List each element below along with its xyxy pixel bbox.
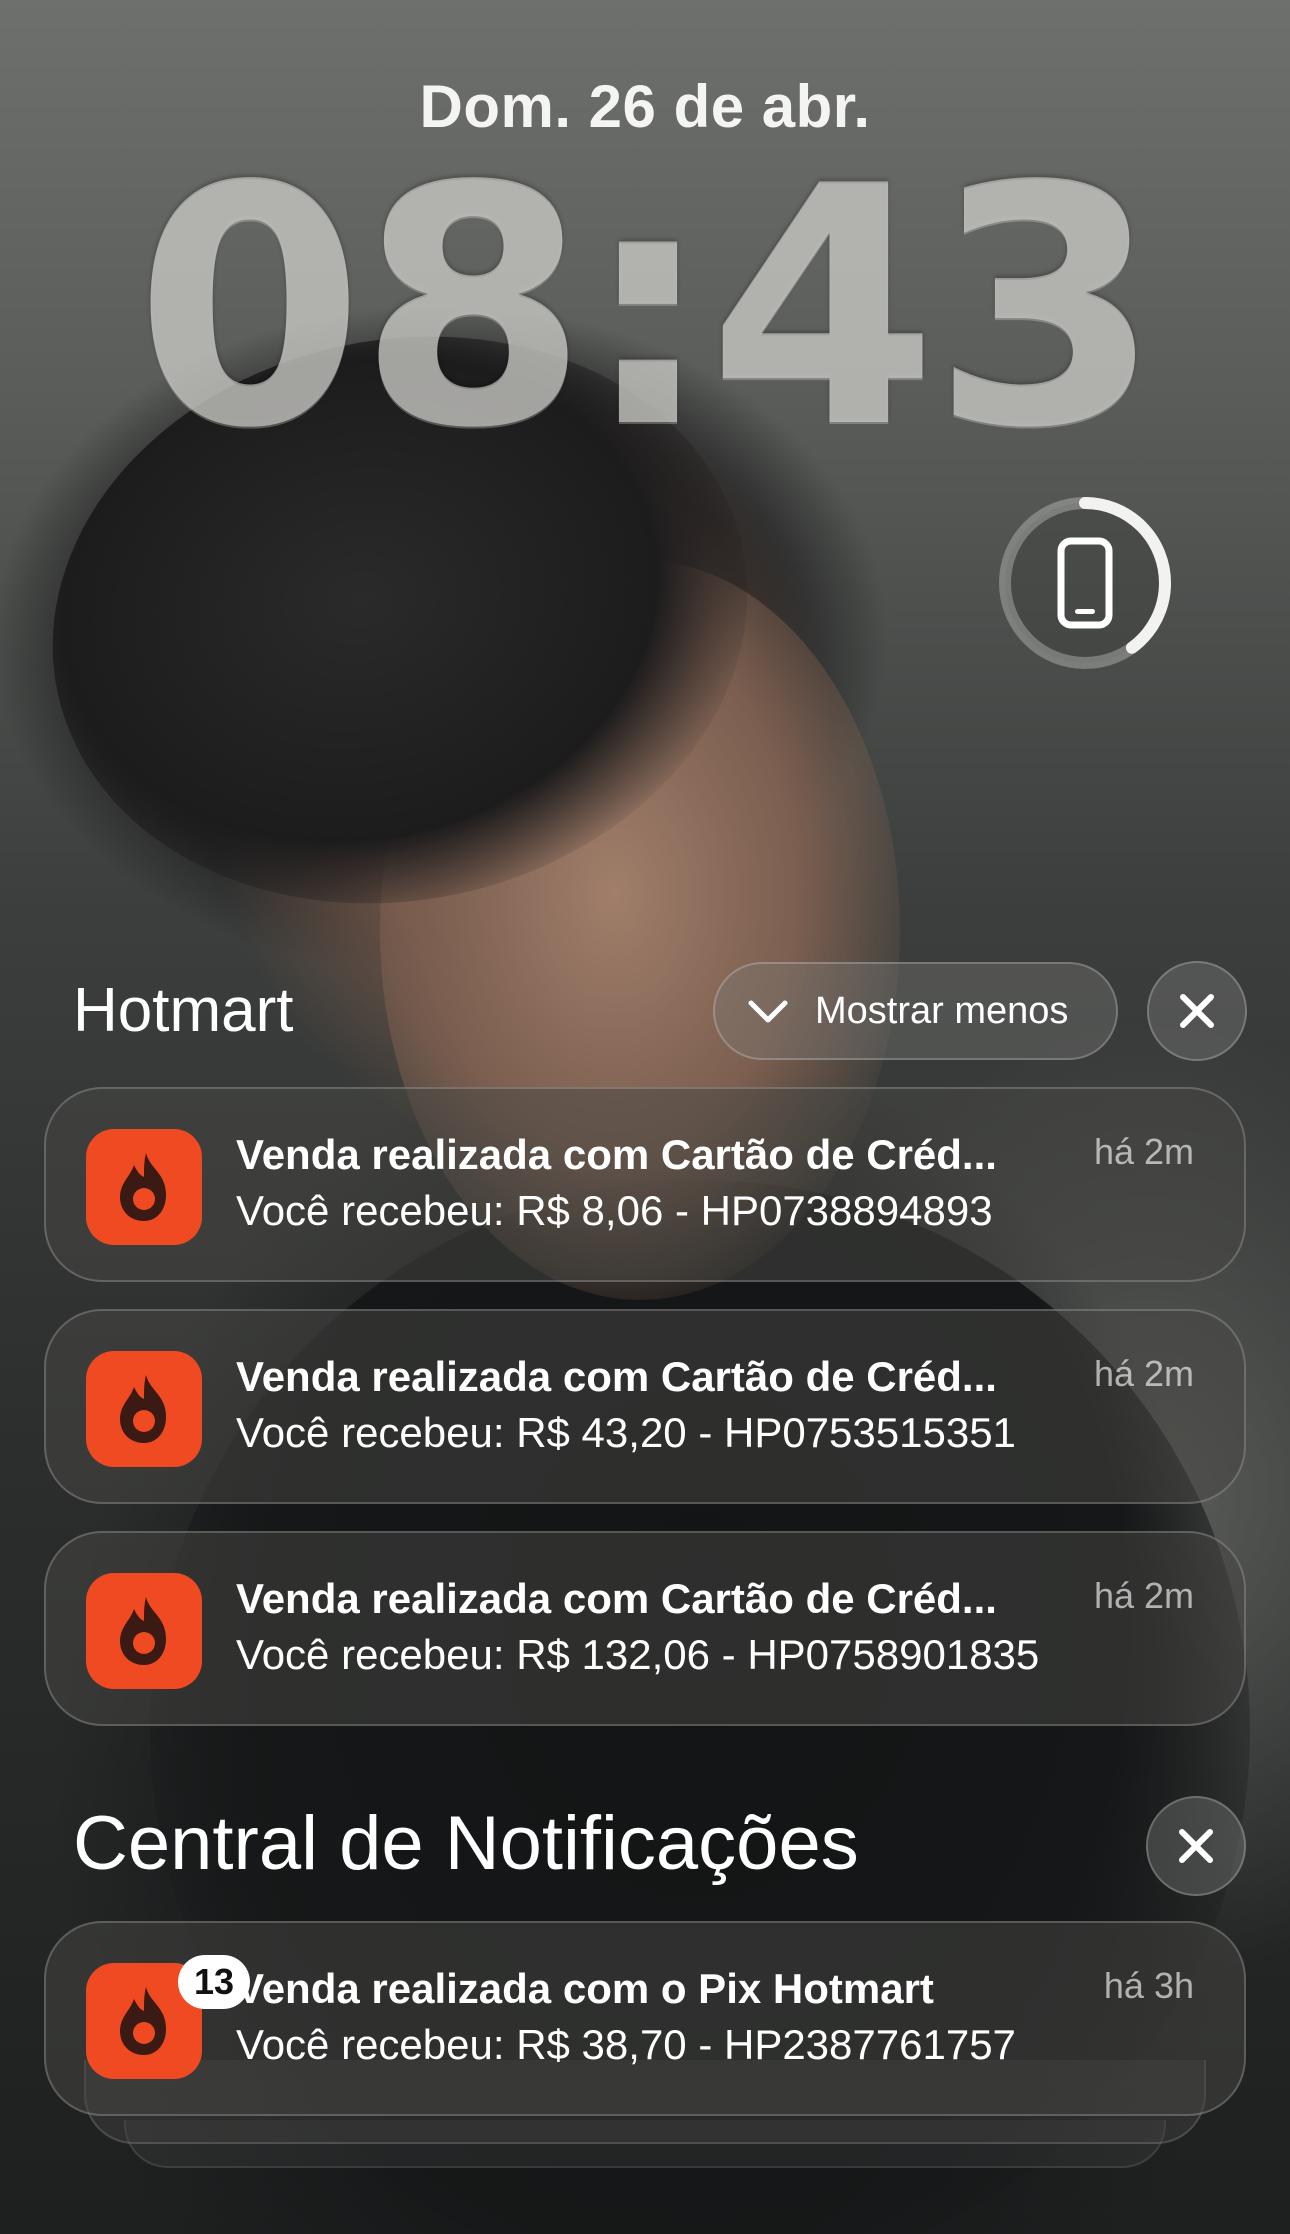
notification-time: há 2m bbox=[1093, 1131, 1194, 1172]
notification-body: Você recebeu: R$ 8,06 - HP0738894893 bbox=[236, 1187, 993, 1234]
flame-icon bbox=[120, 1597, 166, 1665]
notification-center-title: Central de Notificações bbox=[73, 1801, 859, 1886]
hotmart-app-icon bbox=[86, 1573, 202, 1689]
show-less-button[interactable]: Mostrar menos bbox=[713, 962, 1118, 1060]
notification-title: Venda realizada com o Pix Hotmart bbox=[236, 1965, 934, 2012]
notification-title: Venda realizada com Cartão de Créd... bbox=[236, 1353, 997, 1400]
show-less-label: Mostrar menos bbox=[815, 989, 1069, 1032]
hotmart-app-icon: 13 bbox=[86, 1955, 250, 2079]
group-title-hotmart: Hotmart bbox=[73, 976, 294, 1045]
notification-body: Você recebeu: R$ 43,20 - HP0753515351 bbox=[236, 1409, 1016, 1456]
notification-body: Você recebeu: R$ 132,06 - HP0758901835 bbox=[236, 1631, 1040, 1678]
notification-time: há 3h bbox=[1103, 1965, 1194, 2006]
flame-icon bbox=[120, 1153, 166, 1221]
clear-group-button[interactable] bbox=[1147, 961, 1247, 1061]
lock-clock[interactable]: 08:43 bbox=[0, 118, 1290, 498]
notification-card[interactable]: Venda realizada com Cartão de Créd... Vo… bbox=[44, 1309, 1246, 1504]
notification-title: Venda realizada com Cartão de Créd... bbox=[236, 1575, 997, 1622]
close-icon bbox=[1179, 1829, 1213, 1863]
battery-ring bbox=[999, 497, 1171, 669]
notification-card[interactable]: Venda realizada com Cartão de Créd... Vo… bbox=[44, 1531, 1246, 1726]
hotmart-app-icon bbox=[86, 1129, 202, 1245]
flame-icon bbox=[120, 1375, 166, 1443]
hotmart-app-icon bbox=[86, 1351, 202, 1467]
flame-icon bbox=[120, 1987, 166, 2055]
battery-widget[interactable] bbox=[995, 493, 1175, 673]
notification-card[interactable]: Venda realizada com Cartão de Créd... Vo… bbox=[44, 1087, 1246, 1282]
notification-time: há 2m bbox=[1093, 1353, 1194, 1394]
notification-title: Venda realizada com Cartão de Créd... bbox=[236, 1131, 997, 1178]
notification-body: Você recebeu: R$ 38,70 - HP2387761757 bbox=[236, 2021, 1016, 2068]
clear-notification-center-button[interactable] bbox=[1146, 1796, 1246, 1896]
stacked-notification-card[interactable]: 13 Venda realizada com o Pix Hotmart Voc… bbox=[44, 1921, 1246, 2116]
close-icon bbox=[1180, 994, 1214, 1028]
notification-time: há 2m bbox=[1093, 1575, 1194, 1616]
chevron-down-icon bbox=[748, 1000, 788, 1023]
